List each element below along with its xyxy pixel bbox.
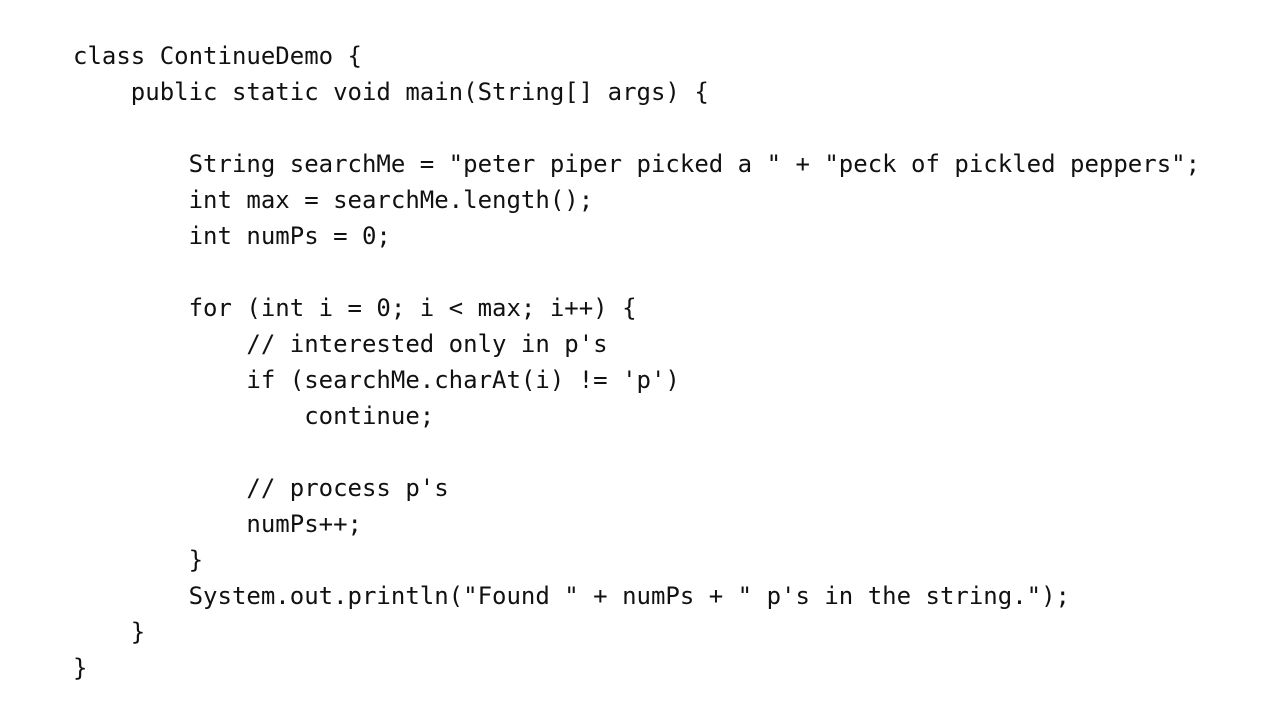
code-line: public static void main(String[] args) {	[73, 78, 709, 106]
code-line: numPs++;	[73, 510, 362, 538]
code-line: }	[73, 654, 88, 682]
code-line: int max = searchMe.length();	[73, 186, 594, 214]
code-line: // process p's	[73, 474, 449, 502]
code-line: String searchMe = "peter piper picked a …	[73, 150, 1201, 178]
code-line: }	[73, 546, 204, 574]
code-block: class ContinueDemo { public static void …	[73, 38, 1200, 686]
code-line: }	[73, 618, 146, 646]
code-line: int numPs = 0;	[73, 222, 391, 250]
code-line: continue;	[73, 402, 435, 430]
code-line: // interested only in p's	[73, 330, 608, 358]
code-line: System.out.println("Found " + numPs + " …	[73, 582, 1070, 610]
code-line: class ContinueDemo {	[73, 42, 362, 70]
code-line: if (searchMe.charAt(i) != 'p')	[73, 366, 680, 394]
code-line: for (int i = 0; i < max; i++) {	[73, 294, 637, 322]
